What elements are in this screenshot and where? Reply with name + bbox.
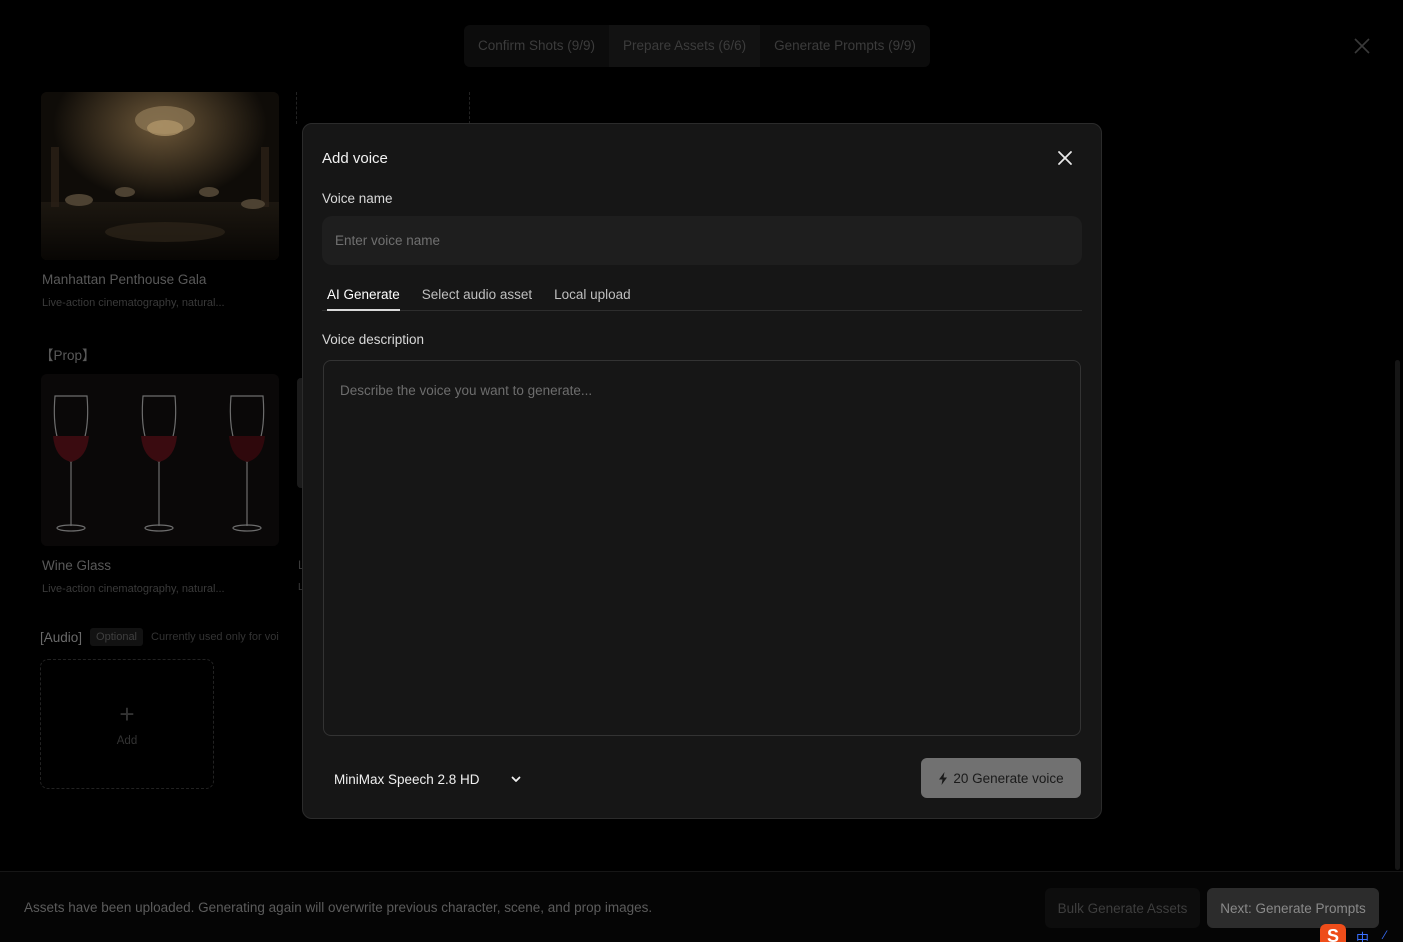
- step-tabs: Confirm Shots (9/9) Prepare Assets (6/6)…: [464, 25, 930, 67]
- scene-card-description: Live-action cinematography, natural...: [42, 297, 225, 309]
- ballroom-image: [41, 92, 279, 260]
- chevron-down-icon: [511, 776, 520, 782]
- dialog-title: Add voice: [322, 150, 388, 167]
- close-icon[interactable]: [1057, 150, 1073, 166]
- next-generate-prompts-button[interactable]: Next: Generate Prompts: [1207, 888, 1379, 928]
- ime-mode-indicator[interactable]: 中: [1356, 928, 1369, 942]
- ime-logo-icon[interactable]: S: [1320, 924, 1346, 942]
- generate-voice-button[interactable]: 20 Generate voice: [921, 758, 1081, 798]
- scene-add-placeholder: [296, 92, 470, 124]
- scene-card-title: Manhattan Penthouse Gala: [42, 272, 207, 287]
- add-audio-label: Add: [116, 735, 138, 747]
- footer-status-text: Assets have been uploaded. Generating ag…: [24, 900, 653, 915]
- add-audio-button[interactable]: + Add: [40, 659, 214, 789]
- audio-section-note: Currently used only for voi: [151, 631, 279, 643]
- voice-source-tabs: AI Generate Select audio asset Local upl…: [322, 284, 1082, 311]
- generate-voice-label: 20 Generate voice: [953, 770, 1064, 786]
- model-select-value: MiniMax Speech 2.8 HD: [334, 771, 480, 787]
- add-voice-dialog: Add voice Voice name AI Generate Select …: [302, 123, 1102, 819]
- prop-card-description: Live-action cinematography, natural...: [42, 583, 225, 595]
- ime-extra-indicator: ⁄: [1384, 928, 1387, 942]
- model-select[interactable]: MiniMax Speech 2.8 HD: [334, 768, 522, 790]
- step-generate-prompts[interactable]: Generate Prompts (9/9): [760, 25, 930, 67]
- voice-description-textarea[interactable]: [323, 360, 1081, 736]
- prop-section-label: 【Prop】: [40, 348, 96, 363]
- tab-local-upload[interactable]: Local upload: [554, 284, 631, 311]
- scene-thumbnail[interactable]: [41, 92, 279, 260]
- prop-card-title: Wine Glass: [42, 558, 112, 573]
- close-icon[interactable]: [1352, 36, 1372, 56]
- step-confirm-shots[interactable]: Confirm Shots (9/9): [464, 25, 609, 67]
- voice-name-input[interactable]: [322, 216, 1082, 265]
- tab-select-audio-asset[interactable]: Select audio asset: [422, 284, 532, 311]
- step-prepare-assets[interactable]: Prepare Assets (6/6): [609, 25, 761, 67]
- voice-description-label: Voice description: [322, 332, 425, 347]
- scrollbar[interactable]: [1395, 360, 1400, 870]
- tab-ai-generate[interactable]: AI Generate: [327, 284, 400, 311]
- bulk-generate-assets-button[interactable]: Bulk Generate Assets: [1045, 888, 1200, 928]
- wine-glass-image: [41, 374, 279, 546]
- audio-section-label: [Audio]: [40, 629, 83, 645]
- optional-badge: Optional: [90, 628, 144, 646]
- prop-thumbnail[interactable]: [41, 374, 279, 546]
- lightning-icon: [939, 771, 948, 785]
- plus-icon: +: [119, 699, 135, 729]
- audio-section-header: [Audio] Optional Currently used only for…: [40, 628, 279, 646]
- footer-bar: Assets have been uploaded. Generating ag…: [0, 871, 1403, 942]
- voice-name-label: Voice name: [322, 191, 393, 206]
